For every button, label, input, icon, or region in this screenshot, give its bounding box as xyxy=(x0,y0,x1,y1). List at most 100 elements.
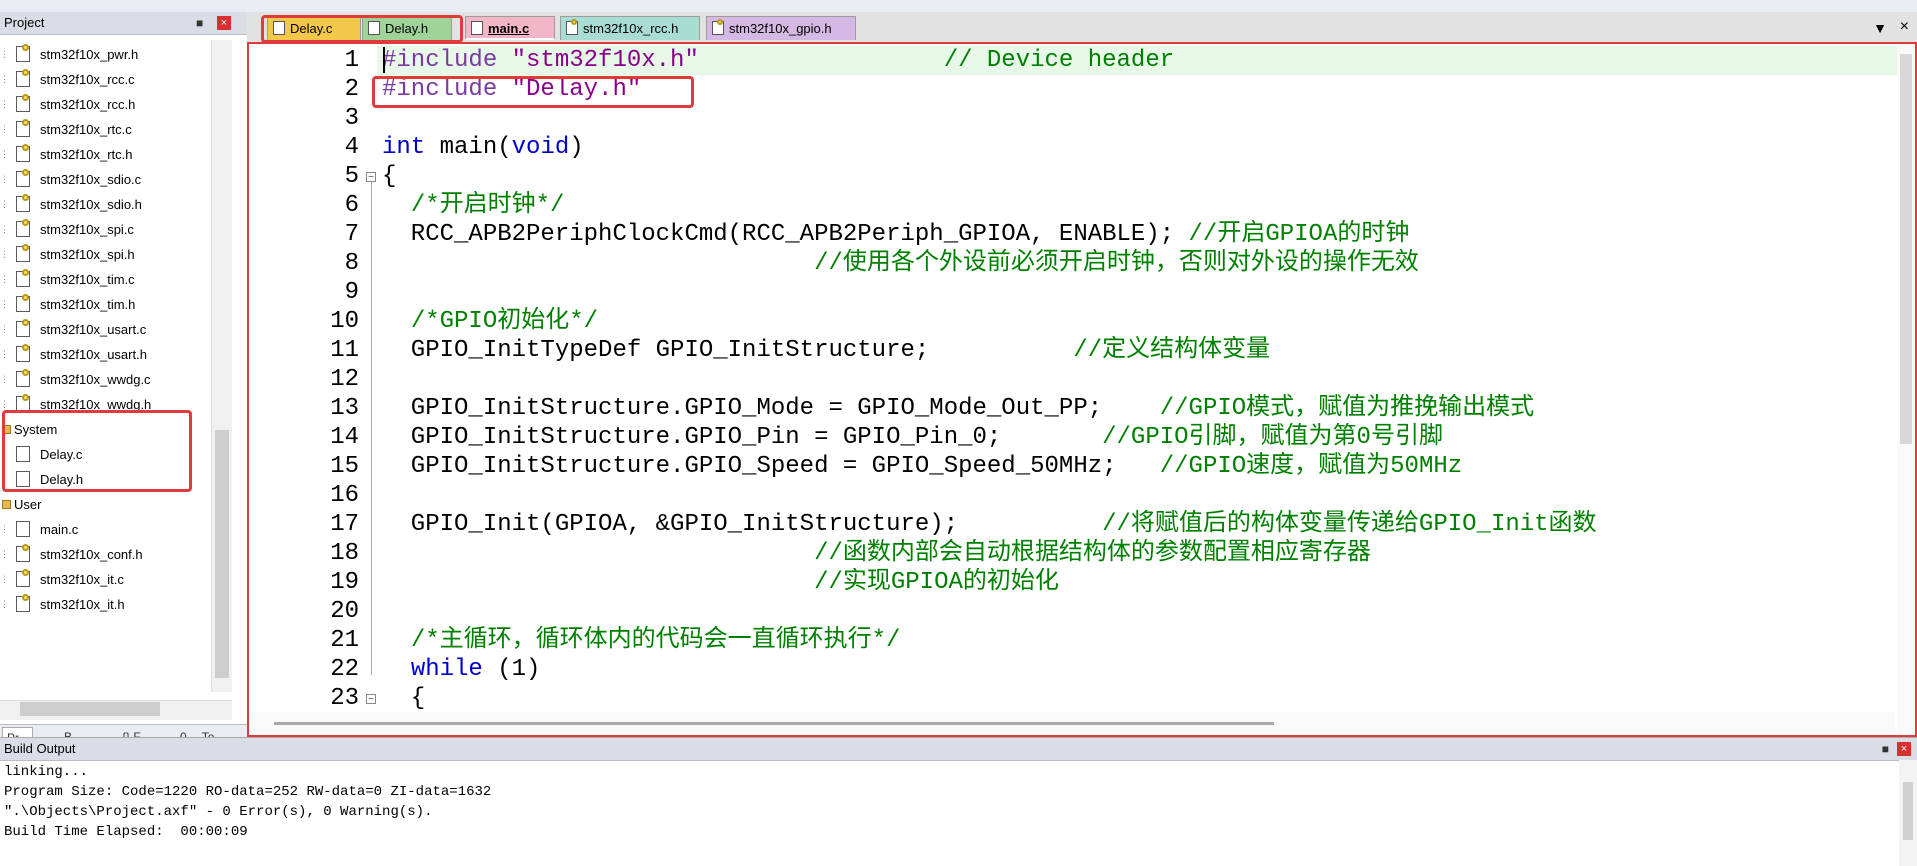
tab-list-dropdown-icon[interactable]: ▼ xyxy=(1873,20,1887,36)
build-line: Program Size: Code=1220 RO-data=252 RW-d… xyxy=(4,784,492,800)
line-number: 23 xyxy=(330,685,359,712)
tree-expander: ⋮ xyxy=(0,549,9,559)
tree-item-label: Delay.c xyxy=(40,447,83,462)
tree-expander: ⋮ xyxy=(0,174,9,184)
header-file-icon xyxy=(16,594,30,612)
line-number: 7 xyxy=(344,221,359,248)
line-number: 18 xyxy=(330,540,359,567)
code-line[interactable]: GPIO_Init(GPIOA, &GPIO_InitStructure); /… xyxy=(382,510,1902,539)
code-text: { xyxy=(382,163,397,190)
tree-expander: ⋮ xyxy=(0,449,9,459)
line-number: 13 xyxy=(330,395,359,422)
code-editor[interactable]: 1 2 3 4 5 6 7 8 9 10 11 12 13 14 15 16 17 18 19 20 21 22 23− − … xyxy=(247,42,1917,737)
tree-item-label: stm32f10x_tim.c xyxy=(40,272,135,287)
close-icon[interactable]: × xyxy=(1897,742,1911,756)
tree-expander: ⋮ xyxy=(0,474,9,484)
code-line[interactable]: /*开启时钟*/ xyxy=(382,191,1902,220)
header-file-icon xyxy=(16,169,30,187)
tree-hscroll-thumb[interactable] xyxy=(20,702,160,716)
code-line[interactable]: GPIO_InitStructure.GPIO_Pin = GPIO_Pin_0… xyxy=(382,423,1902,452)
code-line[interactable]: //实现GPIOA的初始化 xyxy=(382,568,1902,597)
code-line[interactable]: GPIO_InitStructure.GPIO_Speed = GPIO_Spe… xyxy=(382,452,1902,481)
line-number: 15 xyxy=(330,453,359,480)
tab-delay-c[interactable]: Delay.c xyxy=(267,16,361,40)
tree-expander: ⋮ xyxy=(0,399,9,409)
code-text: GPIO_InitStructure.GPIO_Mode = GPIO_Mode… xyxy=(382,395,1160,422)
code-comment: //函数内部会自动根据结构体的参数配置相应寄存器 xyxy=(814,540,1371,567)
tree-item-label: stm32f10x_rcc.h xyxy=(40,97,136,112)
header-file-icon xyxy=(16,119,30,137)
line-number: 10 xyxy=(330,308,359,335)
code-comment: //开启GPIOA的时钟 xyxy=(1188,221,1410,248)
code-line[interactable]: { xyxy=(382,684,1902,713)
code-comment: /*主循环，循环体内的代码会一直循环执行*/ xyxy=(410,627,901,654)
pin-icon[interactable]: ■ xyxy=(1882,738,1889,760)
header-file-icon xyxy=(16,194,30,212)
code-line[interactable]: while (1) xyxy=(382,655,1902,684)
tab-main-c[interactable]: main.c xyxy=(465,16,555,40)
fold-toggle-icon[interactable]: − xyxy=(366,172,376,183)
tree-item-label: main.c xyxy=(40,522,79,537)
header-file-icon xyxy=(16,144,30,162)
keyword: void xyxy=(511,134,570,161)
code-comment: //GPIO模式，赋值为推挽输出模式 xyxy=(1159,395,1535,422)
string-literal: "Delay.h" xyxy=(511,76,642,103)
code-line[interactable]: #include "stm32f10x.h" // Device header xyxy=(382,46,1902,75)
code-line[interactable]: { xyxy=(382,162,1902,191)
code-line[interactable]: int main(void) xyxy=(382,133,1902,162)
code-comment: //GPIO引脚，赋值为第0号引脚 xyxy=(1102,424,1443,451)
tree-expander: ⋮ xyxy=(0,574,9,584)
line-number: 12 xyxy=(330,366,359,393)
tree-item-label: stm32f10x_it.c xyxy=(40,572,124,587)
project-panel-title: Project xyxy=(4,15,45,30)
code-line[interactable]: #include "Delay.h" xyxy=(382,75,1902,104)
tab-delay-h[interactable]: Delay.h xyxy=(362,16,452,40)
tree-scroll-thumb[interactable] xyxy=(215,430,229,678)
tree-expander: ⋮ xyxy=(0,374,9,384)
text-caret xyxy=(383,47,385,73)
keyword: while xyxy=(410,656,483,683)
code-text: (1) xyxy=(482,656,541,683)
code-text: { xyxy=(382,685,426,712)
line-number: 1 xyxy=(344,47,359,74)
close-icon[interactable]: × xyxy=(217,16,231,30)
line-number: 21 xyxy=(330,627,359,654)
build-output-header: Build Output ■ × xyxy=(0,738,1917,761)
tree-item-label: stm32f10x_tim.h xyxy=(40,297,136,312)
tree-expander: ⋮ xyxy=(0,524,9,534)
fold-toggle-icon[interactable]: − xyxy=(366,694,376,705)
tree-item-label: stm32f10x_spi.c xyxy=(40,222,134,237)
code-comment: // Device header xyxy=(698,47,1175,74)
tree-expander: ⋮ xyxy=(0,324,9,334)
code-line[interactable]: RCC_APB2PeriphClockCmd(RCC_APB2Periph_GP… xyxy=(382,220,1902,249)
build-line: Build Time Elapsed: 00:00:09 xyxy=(4,824,248,840)
header-file-icon xyxy=(16,94,30,112)
tree-item-label: stm32f10x_wwdg.c xyxy=(40,372,151,387)
editor-scroll-thumb[interactable] xyxy=(1900,54,1912,444)
fold-guide xyxy=(371,182,372,675)
pin-icon[interactable]: ■ xyxy=(196,12,203,34)
tab-stm32f10x-rcc-h[interactable]: stm32f10x_rcc.h xyxy=(560,16,700,40)
close-tab-icon[interactable]: × xyxy=(1900,18,1909,36)
keyword: int xyxy=(382,134,426,161)
tree-item-label: stm32f10x_rcc.c xyxy=(40,72,135,87)
code-line[interactable]: GPIO_InitTypeDef GPIO_InitStructure; //定… xyxy=(382,336,1902,365)
tree-item-label: stm32f10x_usart.c xyxy=(40,322,147,337)
tree-item-label: System xyxy=(14,422,58,437)
code-line[interactable]: //函数内部会自动根据结构体的参数配置相应寄存器 xyxy=(382,539,1902,568)
code-line[interactable]: //使用各个外设前必须开启时钟，否则对外设的操作无效 xyxy=(382,249,1902,278)
line-number: 4 xyxy=(344,134,359,161)
code-line[interactable]: /*主循环，循环体内的代码会一直循环执行*/ xyxy=(382,626,1902,655)
build-output-scroll-thumb[interactable] xyxy=(1903,782,1913,840)
code-line[interactable]: /*GPIO初始化*/ xyxy=(382,307,1902,336)
code-line[interactable]: GPIO_InitStructure.GPIO_Mode = GPIO_Mode… xyxy=(382,394,1902,423)
line-number: 2 xyxy=(344,76,359,103)
tree-item-label: stm32f10x_it.h xyxy=(40,597,125,612)
line-number: 22 xyxy=(330,656,359,683)
editor-hscroll-thumb[interactable] xyxy=(274,722,1274,725)
file-icon xyxy=(16,521,30,537)
tab-stm32f10x-gpio-h[interactable]: stm32f10x_gpio.h xyxy=(706,16,856,40)
